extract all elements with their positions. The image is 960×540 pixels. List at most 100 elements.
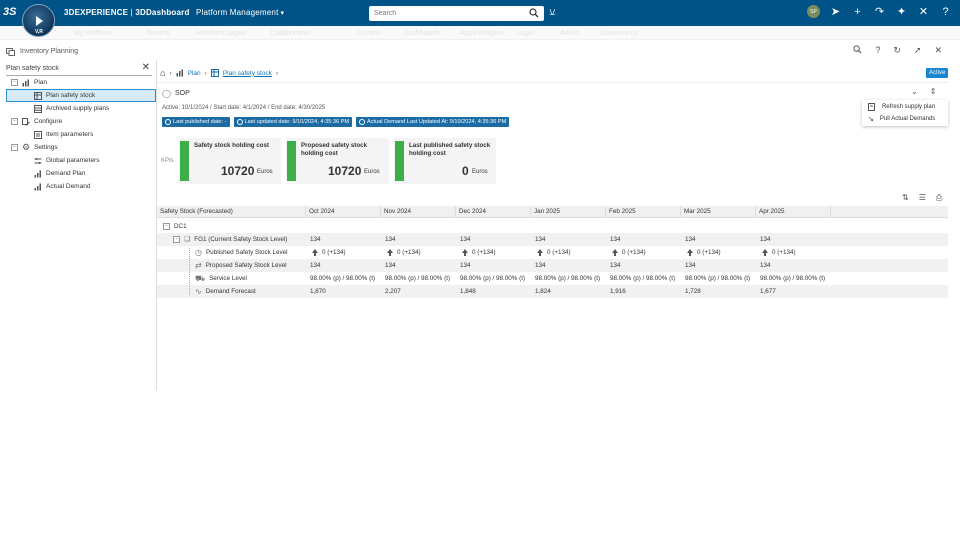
column-header[interactable]: Safety Stock (Forecasted) <box>157 206 306 218</box>
search-icon[interactable] <box>529 8 539 18</box>
help-icon[interactable]: ? <box>939 6 952 18</box>
kpi-indicator <box>180 141 189 181</box>
collapse-toggle[interactable]: - <box>11 79 18 86</box>
tag-icon[interactable]: ⚺ <box>549 7 556 18</box>
search-box[interactable] <box>369 6 544 21</box>
close-icon[interactable]: ✕ <box>934 45 942 56</box>
add-icon[interactable]: + <box>851 6 864 18</box>
status-badge: Active <box>926 68 949 78</box>
ghost-tab[interactable]: Governance <box>600 30 638 37</box>
tree-item-actual-demand[interactable]: Actual Demand <box>34 180 90 193</box>
ghost-tab[interactable]: Admin <box>560 30 580 37</box>
tree-filter-input[interactable] <box>6 65 131 72</box>
tools-icon[interactable]: ✕ <box>917 5 930 18</box>
table-cell: 98.00% (p) / 98.00% (t) <box>685 275 751 282</box>
ghost-tab[interactable]: Tenants <box>146 30 171 37</box>
database-icon[interactable]: ☰ <box>919 193 926 203</box>
ghost-tab[interactable]: Content <box>357 30 382 37</box>
export-icon[interactable]: ⎙ <box>936 193 942 203</box>
brand-title[interactable]: 3DEXPERIENCE | 3DDashboard Platform Mana… <box>64 8 284 17</box>
brand-bold: 3DEXPERIENCE <box>64 8 129 17</box>
column-header[interactable]: Feb 2025 <box>606 206 681 218</box>
chevron-right-icon: › <box>275 69 279 77</box>
share-icon[interactable]: ↷ <box>873 5 886 18</box>
table-row[interactable]: ⇄ Proposed Safety Stock Level 134 134 13… <box>157 259 948 272</box>
breadcrumb-plan[interactable]: Plan <box>188 70 201 77</box>
tree-item-plan[interactable]: - Plan <box>11 76 47 89</box>
tree-item-archived-supply-plans[interactable]: Archived supply plans <box>34 102 109 115</box>
sync-icon[interactable]: ⇅ <box>902 193 909 203</box>
table-cell: 134 <box>460 262 471 269</box>
table-cell: 98.00% (p) / 98.00% (t) <box>460 275 526 282</box>
tree-item-item-parameters[interactable]: Item parameters <box>34 128 93 141</box>
actions-menu: Refresh supply plan ↘ Pull Actual Demand… <box>862 100 948 126</box>
table-row[interactable]: ⛟ Service Level 98.00% (p) / 98.00% (t) … <box>157 272 948 285</box>
table-row[interactable]: ◷ Published Safety Stock Level 0 (+134) … <box>157 246 948 259</box>
collapse-toggle[interactable]: - <box>163 223 170 230</box>
tree-item-demand-plan[interactable]: Demand Plan <box>34 167 85 180</box>
compass-version: V,R <box>35 29 43 35</box>
kpi-indicator <box>395 141 404 181</box>
table-cell: 1,728 <box>685 288 701 295</box>
menu-item-refresh-supply-plan[interactable]: Refresh supply plan <box>868 103 935 111</box>
more-actions-icon[interactable]: ⇕ <box>930 87 937 96</box>
table-row-group[interactable]: - DC1 <box>157 220 948 233</box>
tree-filter[interactable]: ✕ <box>6 62 152 76</box>
collapse-toggle[interactable]: - <box>11 118 18 125</box>
ghost-tab[interactable]: Dashboards <box>403 30 441 37</box>
plan-chart-icon <box>176 69 183 77</box>
breadcrumb: ⌂ › Plan › Plan safety stock › <box>160 68 278 78</box>
collapse-toggle[interactable]: - <box>173 236 180 243</box>
gear-icon: ⚙ <box>22 142 31 152</box>
table-row[interactable]: ∿ Demand Forecast 1,870 2,207 1,848 1,82… <box>157 285 948 298</box>
clear-filter-icon[interactable]: ✕ <box>142 62 150 73</box>
column-header[interactable]: Mar 2025 <box>681 206 756 218</box>
tag-label-icon[interactable]: ➤ <box>829 5 842 18</box>
column-header[interactable]: Nov 2024 <box>381 206 456 218</box>
kpi-card: Last published safety stock holding cost… <box>394 138 496 184</box>
refresh-icon[interactable]: ↻ <box>893 45 901 56</box>
column-header[interactable]: Apr 2025 <box>756 206 831 218</box>
tree-item-global-parameters[interactable]: Global parameters <box>34 154 99 167</box>
ghost-tab[interactable]: My Platform <box>74 30 111 37</box>
help-icon[interactable]: ? <box>875 45 880 56</box>
table-cell: 0 (+134) <box>387 246 421 259</box>
collapse-toggle[interactable]: - <box>11 144 18 151</box>
column-header[interactable]: Oct 2024 <box>306 206 381 218</box>
plan-chart-icon <box>22 79 29 86</box>
column-header[interactable]: Dec 2024 <box>456 206 531 218</box>
ghost-tab[interactable]: Login <box>517 30 534 37</box>
table-cell: 0 (+134) <box>462 246 496 259</box>
table-cell: 134 <box>760 262 771 269</box>
table-row-item[interactable]: - ❏ FG1 (Current Safety Stock Level) 134… <box>157 233 948 246</box>
pin-icon[interactable]: ➚ <box>914 45 922 56</box>
actual-demand-pill: Actual Demand Last Updated At: 9/10/2024… <box>356 117 510 127</box>
clock-icon <box>165 119 171 125</box>
ghost-tab[interactable]: Members pages <box>196 30 246 37</box>
avatar[interactable]: SP <box>807 5 820 18</box>
table-header: Safety Stock (Forecasted) Oct 2024 Nov 2… <box>157 206 948 218</box>
kpi-title: Last published safety stock holding cost <box>409 142 491 157</box>
table-cell: 2,207 <box>385 288 401 295</box>
chevron-down-icon[interactable]: ⌄ <box>911 87 918 96</box>
table-cell: 1,916 <box>610 288 626 295</box>
column-header[interactable]: Jan 2025 <box>531 206 606 218</box>
search-icon[interactable] <box>853 45 862 54</box>
search-input[interactable] <box>374 10 524 17</box>
grid-icon <box>210 69 219 77</box>
table-cell: 0 (+134) <box>312 246 346 259</box>
table-cell: 134 <box>535 236 546 243</box>
pill-text: Last published date: - <box>173 119 227 125</box>
breadcrumb-current[interactable]: Plan safety stock <box>223 70 272 77</box>
community-icon[interactable]: ✦ <box>895 5 908 18</box>
bar-chart-icon <box>34 170 41 177</box>
tree-item-label: Item parameters <box>46 131 94 138</box>
kpi-card: Proposed safety stock holding cost 10720… <box>286 138 389 184</box>
menu-item-pull-actual-demands[interactable]: ↘ Pull Actual Demands <box>868 115 935 123</box>
home-icon[interactable]: ⌂ <box>160 68 165 78</box>
ghost-tab[interactable]: Apps/Widgets <box>460 30 503 37</box>
tree-item-plan-safety-stock[interactable]: Plan safety stock <box>6 89 156 102</box>
tree-item-configure[interactable]: - Configure <box>11 115 62 128</box>
tree-item-settings[interactable]: - ⚙ Settings <box>11 141 58 154</box>
ghost-tab[interactable]: Collaborative <box>270 30 311 37</box>
